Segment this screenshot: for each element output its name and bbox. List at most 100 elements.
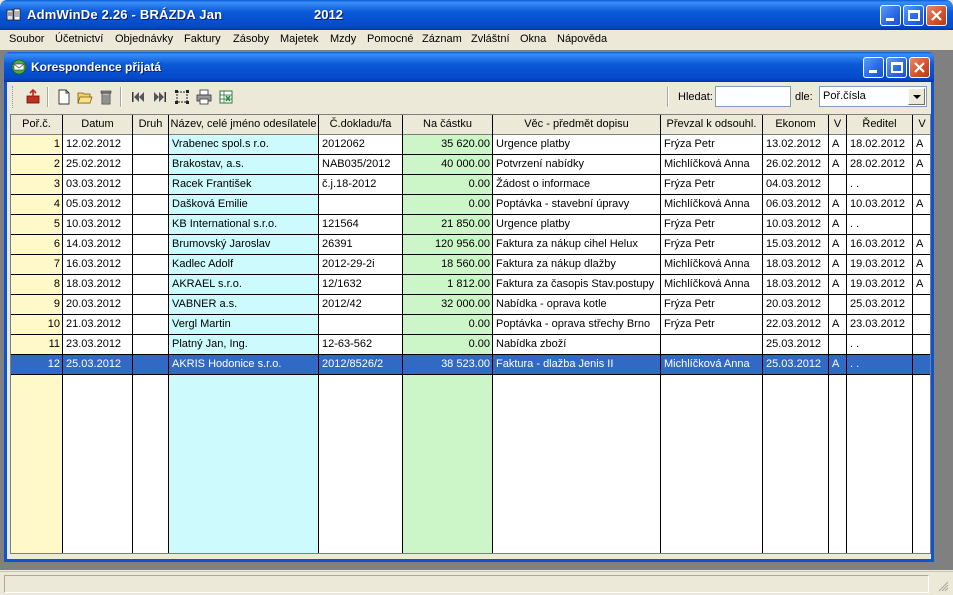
col-director-cell[interactable]: 10.03.2012 xyxy=(847,195,913,215)
col-economist-cell[interactable]: 10.03.2012 xyxy=(763,215,829,235)
col-economist-approved-cell[interactable]: A xyxy=(829,235,847,255)
table-row[interactable]: 8 18.03.2012 AKRAEL s.r.o. 12/1632 1 812.00 F… xyxy=(11,275,930,295)
col-sender-cell[interactable]: AKRAEL s.r.o. xyxy=(169,275,319,295)
col-amount-cell[interactable]: 0.00 xyxy=(403,315,493,335)
col-economist-approved-cell[interactable] xyxy=(829,295,847,315)
col-number-cell[interactable]: 1 xyxy=(11,135,63,155)
col-economist-header[interactable]: Ekonom xyxy=(763,115,829,135)
col-director-cell[interactable]: 19.03.2012 xyxy=(847,275,913,295)
col-subject-cell[interactable]: Urgence platby xyxy=(493,215,661,235)
toolbar-grip[interactable] xyxy=(12,86,15,108)
col-subject-cell[interactable]: Faktura za nákup cihel Helux xyxy=(493,235,661,255)
menu-napoveda[interactable]: Nápověda xyxy=(557,33,607,45)
menu-mzdy[interactable]: Mzdy xyxy=(330,33,356,45)
col-economist-approved-header[interactable]: V xyxy=(829,115,847,135)
col-sender-cell[interactable]: VABNER a.s. xyxy=(169,295,319,315)
col-amount-header[interactable]: Na částku xyxy=(403,115,493,135)
col-subject-cell[interactable]: Nabídka zboží xyxy=(493,335,661,355)
col-amount-cell[interactable]: 18 560.00 xyxy=(403,255,493,275)
col-amount-cell[interactable]: 0.00 xyxy=(403,195,493,215)
col-amount-cell[interactable]: 35 620.00 xyxy=(403,135,493,155)
col-economist-cell[interactable]: 18.03.2012 xyxy=(763,255,829,275)
col-sender-cell[interactable]: Platný Jan, Ing. xyxy=(169,335,319,355)
col-received-by-cell[interactable]: Frýza Petr xyxy=(661,215,763,235)
col-type-cell[interactable] xyxy=(133,155,169,175)
col-director-approved-cell[interactable] xyxy=(913,335,930,355)
col-director-cell[interactable]: 25.03.2012 xyxy=(847,295,913,315)
new-button[interactable] xyxy=(55,88,73,106)
table-row[interactable]: 2 25.02.2012 Brakostav, a.s. NAB035/2012 40 … xyxy=(11,155,930,175)
col-director-cell[interactable]: 18.02.2012 xyxy=(847,135,913,155)
col-document-cell[interactable]: 12/1632 xyxy=(319,275,403,295)
col-document-cell[interactable]: 121564 xyxy=(319,215,403,235)
col-received-by-cell[interactable]: Michlíčková Anna xyxy=(661,275,763,295)
col-director-approved-cell[interactable]: A xyxy=(913,155,930,175)
col-amount-cell[interactable]: 40 000.00 xyxy=(403,155,493,175)
menu-pomocne[interactable]: Pomocné xyxy=(367,33,413,45)
col-date-cell[interactable]: 21.03.2012 xyxy=(63,315,133,335)
col-sender-cell[interactable]: KB International s.r.o. xyxy=(169,215,319,235)
col-amount-cell[interactable]: 0.00 xyxy=(403,335,493,355)
resize-grip-icon[interactable] xyxy=(937,580,949,592)
col-economist-cell[interactable]: 20.03.2012 xyxy=(763,295,829,315)
col-economist-cell[interactable]: 18.03.2012 xyxy=(763,275,829,295)
col-date-cell[interactable]: 23.03.2012 xyxy=(63,335,133,355)
col-received-by-cell[interactable]: Michlíčková Anna xyxy=(661,155,763,175)
col-sender-cell[interactable]: Kadlec Adolf xyxy=(169,255,319,275)
col-director-cell[interactable]: 16.03.2012 xyxy=(847,235,913,255)
menu-faktury[interactable]: Faktury xyxy=(184,33,221,45)
col-director-cell[interactable]: . . xyxy=(847,335,913,355)
col-sender-cell[interactable]: Brumovský Jaroslav xyxy=(169,235,319,255)
col-date-cell[interactable]: 10.03.2012 xyxy=(63,215,133,235)
col-subject-cell[interactable]: Poptávka - stavební úpravy xyxy=(493,195,661,215)
col-economist-cell[interactable]: 22.03.2012 xyxy=(763,315,829,335)
maximize-button[interactable] xyxy=(903,5,924,26)
table-row[interactable]: 3 03.03.2012 Racek František č.j.18-2012 0.0… xyxy=(11,175,930,195)
col-type-cell[interactable] xyxy=(133,135,169,155)
col-subject-cell[interactable]: Poptávka - oprava střechy Brno xyxy=(493,315,661,335)
col-director-cell[interactable]: . . xyxy=(847,355,913,375)
col-director-approved-cell[interactable] xyxy=(913,295,930,315)
menu-zaznam[interactable]: Záznam xyxy=(422,33,462,45)
col-director-cell[interactable]: 19.03.2012 xyxy=(847,255,913,275)
search-input[interactable] xyxy=(715,86,791,107)
col-director-approved-cell[interactable]: A xyxy=(913,135,930,155)
col-date-header[interactable]: Datum xyxy=(63,115,133,135)
col-director-approved-cell[interactable] xyxy=(913,315,930,335)
menu-majetek[interactable]: Majetek xyxy=(280,33,319,45)
col-type-cell[interactable] xyxy=(133,235,169,255)
delete-button[interactable] xyxy=(97,88,115,106)
col-economist-approved-cell[interactable]: A xyxy=(829,215,847,235)
col-economist-approved-cell[interactable] xyxy=(829,335,847,355)
col-economist-approved-cell[interactable]: A xyxy=(829,275,847,295)
col-sender-cell[interactable]: AKRIS Hodonice s.r.o. xyxy=(169,355,319,375)
col-number-cell[interactable]: 3 xyxy=(11,175,63,195)
col-date-cell[interactable]: 03.03.2012 xyxy=(63,175,133,195)
col-number-cell[interactable]: 9 xyxy=(11,295,63,315)
last-record-button[interactable] xyxy=(151,88,169,106)
select-area-button[interactable] xyxy=(173,88,191,106)
table-row[interactable]: 7 16.03.2012 Kadlec Adolf 2012-29-2i 18 560.… xyxy=(11,255,930,275)
col-director-header[interactable]: Ředitel xyxy=(847,115,913,135)
col-economist-cell[interactable]: 04.03.2012 xyxy=(763,175,829,195)
col-received-by-cell[interactable]: Frýza Petr xyxy=(661,175,763,195)
col-received-by-cell[interactable]: Frýza Petr xyxy=(661,135,763,155)
col-economist-cell[interactable]: 13.02.2012 xyxy=(763,135,829,155)
excel-export-button[interactable] xyxy=(217,88,235,106)
col-director-approved-cell[interactable] xyxy=(913,355,930,375)
col-economist-approved-cell[interactable]: A xyxy=(829,355,847,375)
col-received-by-cell[interactable]: Frýza Petr xyxy=(661,315,763,335)
col-date-cell[interactable]: 20.03.2012 xyxy=(63,295,133,315)
col-economist-approved-cell[interactable]: A xyxy=(829,135,847,155)
col-document-cell[interactable] xyxy=(319,195,403,215)
table-row[interactable]: 5 10.03.2012 KB International s.r.o. 121564… xyxy=(11,215,930,235)
col-type-cell[interactable] xyxy=(133,195,169,215)
col-economist-cell[interactable]: 06.03.2012 xyxy=(763,195,829,215)
col-date-cell[interactable]: 18.03.2012 xyxy=(63,275,133,295)
col-date-cell[interactable]: 14.03.2012 xyxy=(63,235,133,255)
col-number-cell[interactable]: 8 xyxy=(11,275,63,295)
window-close-button[interactable] xyxy=(909,57,930,78)
col-number-cell[interactable]: 12 xyxy=(11,355,63,375)
col-economist-approved-cell[interactable] xyxy=(829,175,847,195)
col-number-cell[interactable]: 6 xyxy=(11,235,63,255)
